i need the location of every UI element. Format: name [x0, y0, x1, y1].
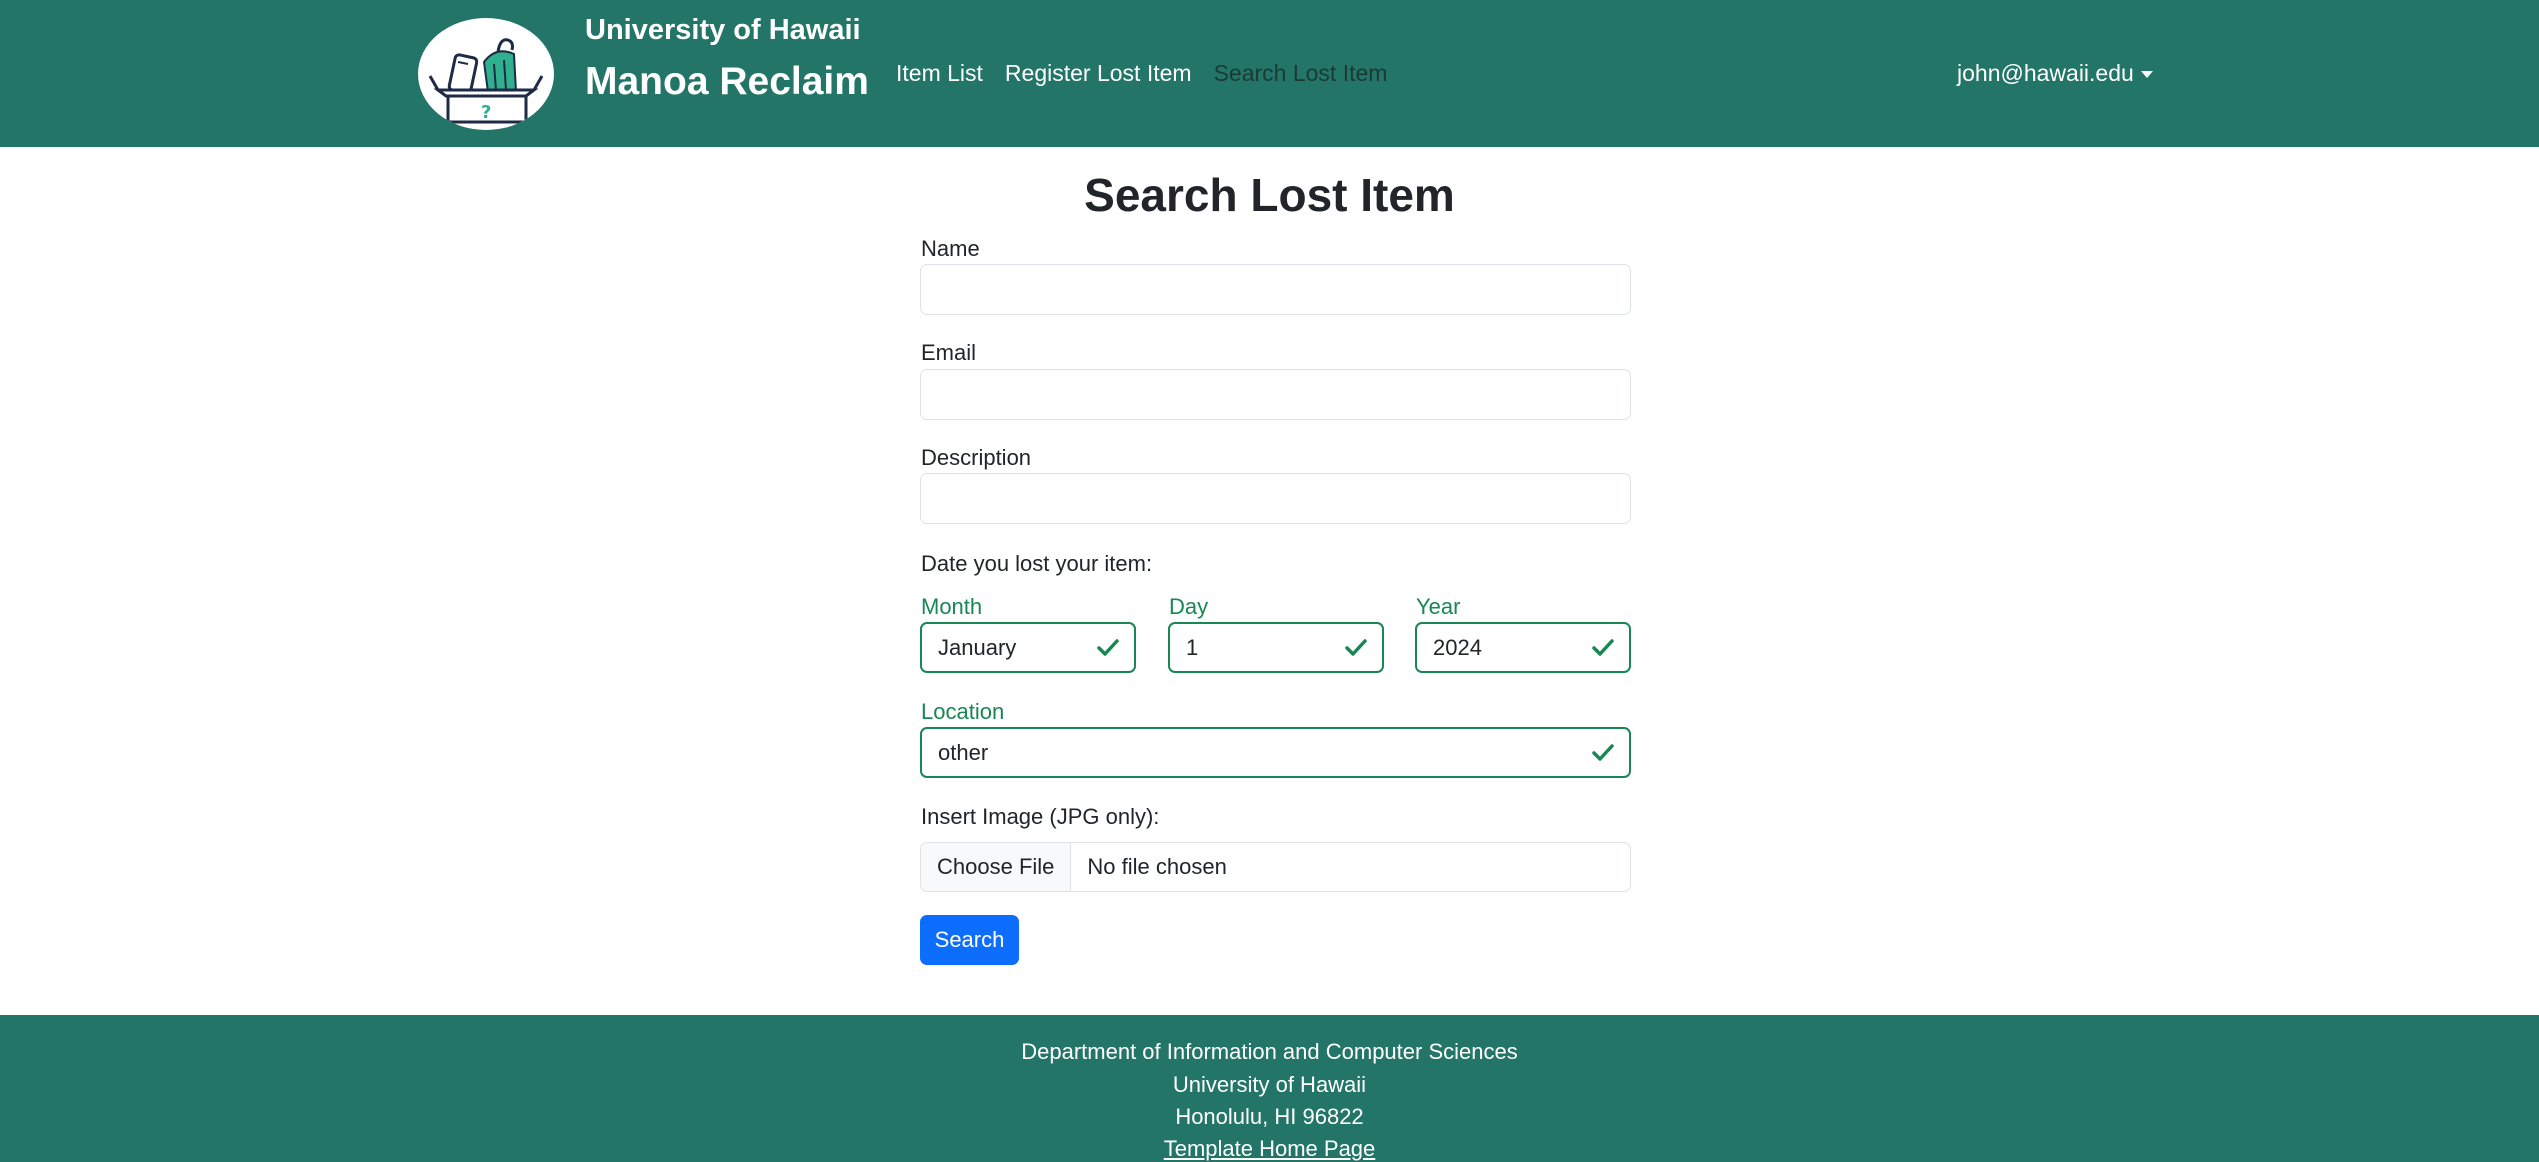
footer-university: University of Hawaii: [1172, 1072, 1367, 1097]
check-icon: [1592, 743, 1614, 761]
navbar: ? University of Hawaii Manoa Reclaim Ite…: [0, 0, 2539, 147]
nav-register-lost-item[interactable]: Register Lost Item: [1005, 60, 1192, 87]
day-value: 1: [1186, 634, 1199, 660]
nav-item-list[interactable]: Item List: [896, 60, 983, 87]
brand-university[interactable]: University of Hawaii: [585, 14, 861, 47]
email-label: Email: [921, 340, 977, 365]
location-select[interactable]: other: [920, 727, 1631, 778]
name-input[interactable]: [920, 264, 1631, 315]
month-label: Month: [921, 594, 983, 619]
nav-search-lost-item[interactable]: Search Lost Item: [1214, 60, 1388, 87]
page-title: Search Lost Item: [1084, 169, 1455, 221]
description-label: Description: [921, 445, 1032, 470]
file-status: No file chosen: [1087, 854, 1227, 879]
description-input[interactable]: [920, 473, 1631, 524]
year-value: 2024: [1433, 634, 1482, 660]
nav-links: Item List Register Lost Item Search Lost…: [896, 60, 1409, 87]
template-home-link[interactable]: Template Home Page: [1164, 1136, 1376, 1161]
footer-address: Honolulu, HI 96822: [1175, 1104, 1364, 1129]
lost-and-found-box-icon[interactable]: ?: [418, 18, 554, 130]
email-input[interactable]: [920, 369, 1631, 420]
check-icon: [1097, 638, 1119, 656]
footer: Department of Information and Computer S…: [0, 1015, 2539, 1162]
footer-department: Department of Information and Computer S…: [1021, 1039, 1518, 1064]
user-email: john@hawaii.edu: [1957, 60, 2134, 86]
location-value: other: [938, 739, 989, 765]
choose-file-button[interactable]: Choose File: [921, 843, 1072, 891]
month-value: January: [938, 634, 1017, 660]
name-label: Name: [921, 236, 980, 261]
check-icon: [1592, 638, 1614, 656]
svg-text:?: ?: [481, 102, 491, 123]
image-label: Insert Image (JPG only):: [921, 804, 1160, 829]
day-label: Day: [1169, 594, 1209, 619]
check-icon: [1345, 638, 1367, 656]
year-select[interactable]: 2024: [1415, 622, 1631, 673]
user-dropdown[interactable]: john@hawaii.edu: [1957, 60, 2153, 87]
date-label: Date you lost your item:: [921, 551, 1153, 576]
image-file-input[interactable]: Choose File No file chosen: [920, 842, 1631, 892]
location-label: Location: [921, 699, 1005, 724]
caret-down-icon: [2140, 71, 2153, 78]
year-label: Year: [1416, 594, 1461, 619]
brand-app-name[interactable]: Manoa Reclaim: [585, 60, 869, 104]
logo-graphic: ?: [428, 38, 544, 124]
day-select[interactable]: 1: [1168, 622, 1384, 673]
search-button[interactable]: Search: [920, 915, 1019, 965]
month-select[interactable]: January: [920, 622, 1136, 673]
